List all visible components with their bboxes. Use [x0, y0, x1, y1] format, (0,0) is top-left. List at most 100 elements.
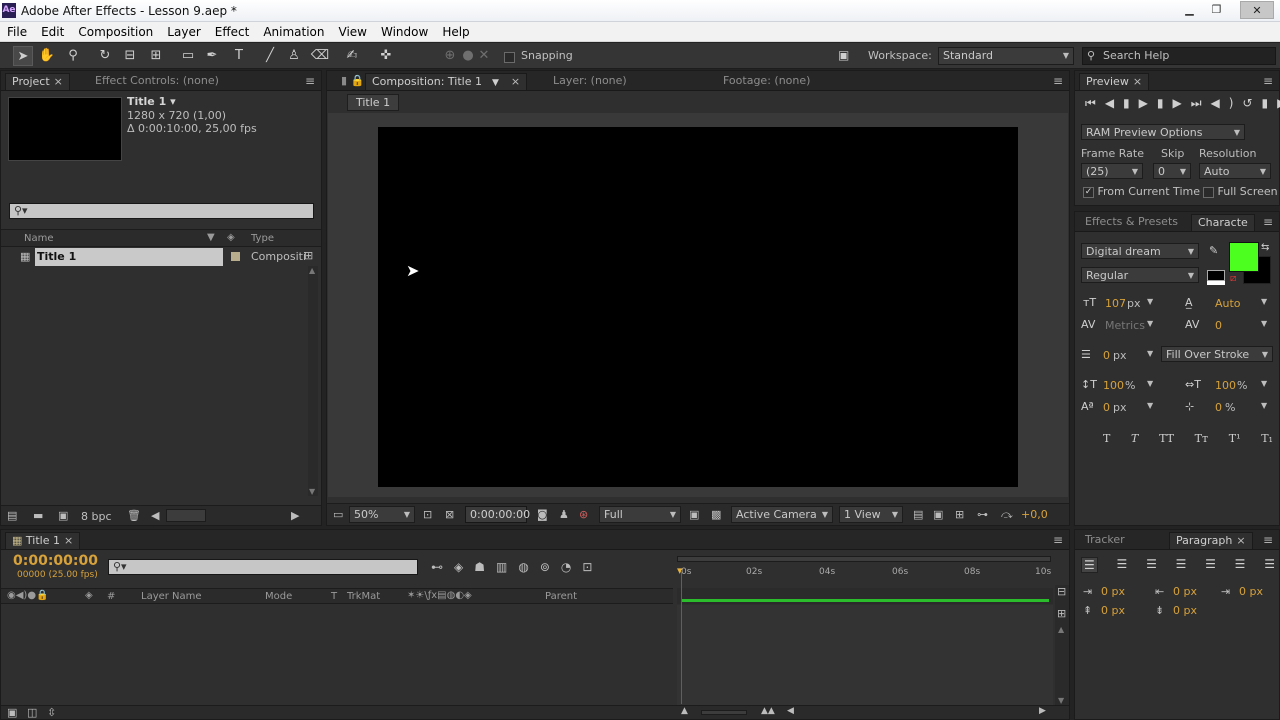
timeline-icon[interactable]: ⊞ [955, 508, 964, 521]
menu-window[interactable]: Window [374, 22, 435, 41]
scrollbar[interactable]: ▲ ▼ [308, 266, 318, 496]
zoom-dropdown[interactable]: 50% [349, 506, 415, 523]
draft-3d-icon[interactable]: ◈ [454, 560, 474, 574]
parent-header[interactable]: Parent [545, 591, 577, 602]
baseline-shift-value[interactable]: 0 [1103, 401, 1110, 414]
exposure-value[interactable]: +0,0 [1021, 508, 1048, 521]
pen-tool-icon[interactable]: ✒ [202, 46, 222, 66]
transparency-grid-icon[interactable]: ▩ [711, 508, 721, 521]
justify-all-icon[interactable]: ☰ [1264, 557, 1275, 573]
fast-previews-icon[interactable]: ▣ [933, 508, 943, 521]
comp-marker-bin-icon[interactable]: ⊟ [1057, 585, 1066, 598]
scroll-right-icon[interactable]: ▶ [1039, 706, 1046, 716]
vertical-scale-value[interactable]: 100 [1103, 379, 1124, 392]
camera-dropdown[interactable]: Active Camera [731, 506, 833, 523]
menu-view[interactable]: View [332, 22, 374, 41]
brainstorm-icon[interactable]: ◔ [561, 560, 582, 574]
hand-tool-icon[interactable]: ✋ [37, 46, 57, 66]
align-right-icon[interactable]: ☰ [1146, 557, 1157, 573]
menu-file[interactable]: File [0, 22, 34, 41]
breadcrumb[interactable]: Title 1 [347, 94, 400, 111]
ram-preview-icon[interactable]: ▮▶ [1262, 96, 1280, 110]
resolution-preview-dropdown[interactable]: Auto [1199, 163, 1271, 180]
shy-icon[interactable]: ☗ [474, 560, 496, 574]
toggle-modes-icon[interactable]: ◫ [27, 706, 37, 719]
motion-blur-icon[interactable]: ◍ [518, 560, 539, 574]
graph-editor-icon[interactable]: ⊚ [540, 560, 561, 574]
interpret-footage-icon[interactable]: ▤ [7, 509, 17, 522]
font-style-dropdown[interactable]: Regular [1081, 267, 1199, 284]
font-family-dropdown[interactable]: Digital dream [1081, 243, 1199, 260]
fill-color-swatch[interactable] [1229, 242, 1259, 272]
superscript-button[interactable]: T¹ [1229, 432, 1241, 445]
layer-name-header[interactable]: Layer Name [141, 591, 202, 602]
frame-blending-icon[interactable]: ▥ [496, 560, 518, 574]
stroke-width-value[interactable]: 0 [1103, 349, 1110, 362]
type-tool-icon[interactable]: T [229, 46, 249, 66]
clone-stamp-tool-icon[interactable]: ♙ [284, 46, 304, 66]
av-features-icons[interactable]: ◉◀)●🔒 [7, 590, 49, 601]
tab-project[interactable]: Project × [5, 73, 70, 90]
label-color-swatch[interactable] [231, 252, 240, 261]
flowchart-icon[interactable]: ⊶ [977, 508, 988, 521]
space-before-value[interactable]: 0 px [1101, 604, 1125, 617]
indent-right-value[interactable]: 0 px [1173, 585, 1197, 598]
tab-tracker[interactable]: Tracker [1079, 532, 1131, 549]
bit-depth-button[interactable]: 8 bpc [81, 510, 112, 523]
prev-frame-icon[interactable]: ◀▮ [1105, 96, 1139, 110]
chevron-down-icon[interactable]: ▼ [1147, 319, 1153, 328]
skip-dropdown[interactable]: 0 [1153, 163, 1191, 180]
panel-menu-icon[interactable]: ≡ [1053, 533, 1063, 547]
new-folder-icon[interactable]: ▬ [33, 509, 43, 522]
toggle-in-out-icon[interactable]: ⇳ [47, 706, 56, 719]
timeline-scrollbar[interactable]: ⊟ ⊞ ▲ ▼ [1055, 585, 1069, 705]
menu-layer[interactable]: Layer [160, 22, 207, 41]
view-layout-dropdown[interactable]: 1 View [839, 506, 903, 523]
justify-center-icon[interactable]: ☰ [1205, 557, 1216, 573]
justify-left-icon[interactable]: ☰ [1176, 557, 1187, 573]
work-area-bar[interactable] [677, 556, 1051, 562]
chevron-down-icon[interactable]: ▼ [1147, 349, 1153, 358]
timeline-timecode[interactable]: 0:00:00:00 [13, 553, 98, 569]
comp-canvas[interactable] [378, 127, 1018, 487]
snapping-checkbox[interactable] [504, 50, 515, 63]
timeline-search-input[interactable]: ⚲▾ [108, 559, 418, 575]
tab-timeline[interactable]: ▦ Title 1 × [5, 532, 81, 549]
menu-help[interactable]: Help [435, 22, 476, 41]
region-of-interest-icon[interactable]: ▣ [689, 508, 699, 521]
timeline-tracks[interactable] [677, 605, 1053, 705]
brush-tool-icon[interactable]: ╱ [260, 46, 280, 66]
toggle-switches-icon[interactable]: ▣ [7, 706, 17, 719]
rotate-tool-icon[interactable]: ↻ [95, 46, 115, 66]
next-frame-icon[interactable]: ▮▶ [1157, 96, 1191, 110]
scroll-left-icon[interactable]: ◀ [787, 706, 794, 716]
safe-margins-icon[interactable]: ⊠ [445, 508, 454, 521]
selection-tool-icon[interactable]: ➤ [13, 46, 33, 66]
workspace-dropdown[interactable]: Standard [938, 47, 1074, 65]
close-icon[interactable]: ✕ [1240, 1, 1274, 19]
audio-icon[interactable]: ◀) [1211, 96, 1243, 110]
menu-composition[interactable]: Composition [71, 22, 160, 41]
frame-rate-dropdown[interactable]: (25) [1081, 163, 1143, 180]
channels-icon[interactable]: ⊛ [579, 508, 588, 521]
font-size-value[interactable]: 107 [1105, 297, 1126, 310]
from-current-time-checkbox[interactable]: ✓ From Current Time [1083, 185, 1200, 198]
new-composition-icon[interactable]: ▣ [58, 509, 68, 522]
faux-bold-button[interactable]: T [1103, 432, 1110, 445]
kerning-value[interactable]: Metrics [1105, 319, 1145, 332]
horizontal-scale-value[interactable]: 100 [1215, 379, 1236, 392]
fit-icon[interactable]: ⊡ [423, 508, 432, 521]
align-center-icon[interactable]: ☰ [1117, 557, 1128, 573]
switches-icons[interactable]: ✶☀\ƒx▤◍◐◈ [407, 590, 472, 601]
close-tab-icon[interactable]: × [54, 75, 63, 88]
zoom-in-icon[interactable]: ▲▲ [761, 706, 775, 716]
close-tab-icon[interactable]: × [1133, 75, 1142, 88]
always-preview-icon[interactable]: ▭ [333, 508, 343, 521]
flowchart-icon[interactable]: ⊞ [1057, 607, 1066, 620]
maximize-icon[interactable]: ❐ [1203, 1, 1230, 19]
white-swatch[interactable] [1207, 281, 1225, 285]
snapshot-camera-icon[interactable]: ◙ [537, 508, 548, 521]
comp-viewer-area[interactable]: ➤ [328, 113, 1068, 497]
tab-layer[interactable]: Layer: (none) [547, 73, 633, 90]
comp-mini-flowchart-icon[interactable]: ⊷ [431, 560, 454, 574]
